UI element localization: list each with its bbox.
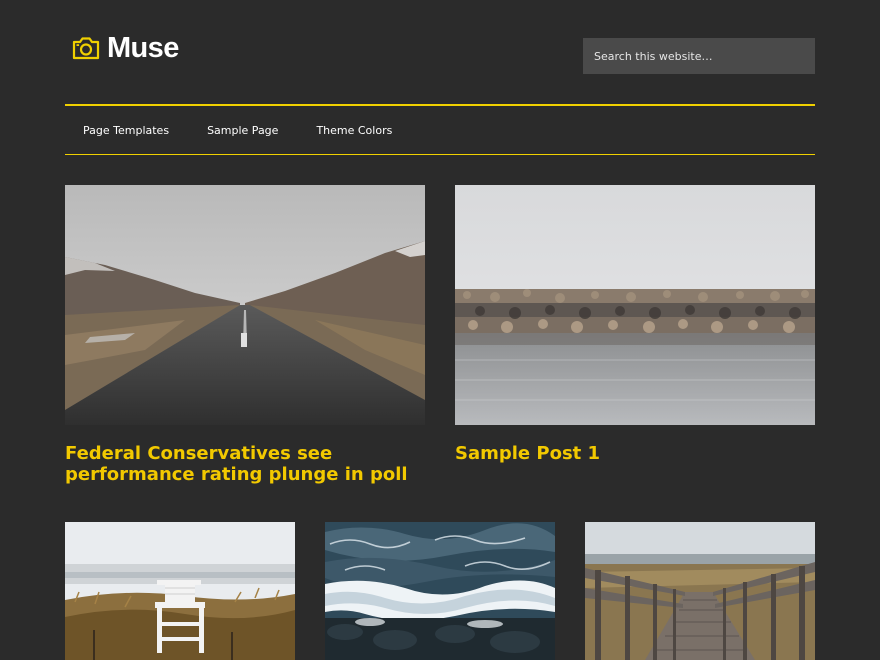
post-card — [65, 522, 295, 660]
nav-item-sample-page[interactable]: Sample Page — [188, 106, 297, 154]
post-thumbnail-beach-chair[interactable] — [65, 522, 295, 660]
post-title[interactable]: Federal Conservatives see performance ra… — [65, 443, 425, 485]
post-card: Sample Post 1 — [455, 185, 815, 495]
post-thumbnail-road[interactable] — [65, 185, 425, 425]
post-thumbnail-ocean-waves[interactable] — [325, 522, 555, 660]
camera-icon — [71, 34, 101, 62]
post-card: Federal Conservatives see performance ra… — [65, 185, 425, 495]
post-card — [325, 522, 555, 660]
nav-item-page-templates[interactable]: Page Templates — [65, 106, 188, 154]
site-logo[interactable]: Muse — [71, 30, 179, 66]
post-thumbnail-boardwalk[interactable] — [585, 522, 815, 660]
post-card — [585, 522, 815, 660]
search-input[interactable] — [583, 38, 815, 74]
post-title[interactable]: Sample Post 1 — [455, 443, 815, 464]
nav-item-theme-colors[interactable]: Theme Colors — [297, 106, 411, 154]
post-thumbnail-breakwater[interactable] — [455, 185, 815, 425]
primary-nav: Page Templates Sample Page Theme Colors — [65, 104, 815, 155]
site-title: Muse — [107, 31, 179, 64]
site-header: Muse — [65, 30, 815, 80]
page: Muse Page Templates Sample Page Theme Co… — [0, 0, 880, 660]
